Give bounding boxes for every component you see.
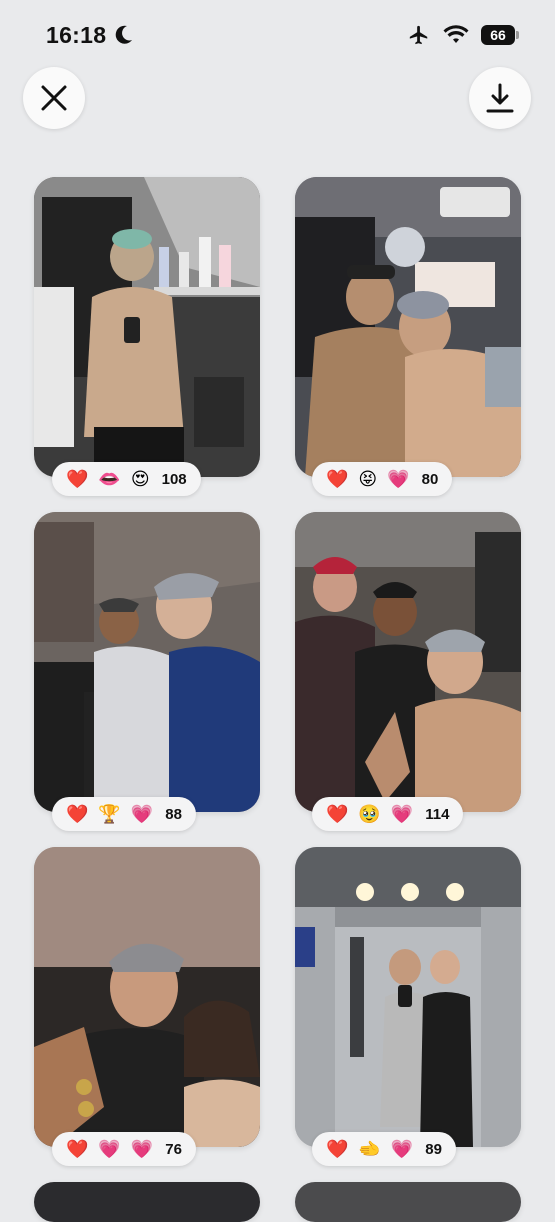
reaction-emoji: 💗 [98, 1139, 121, 1159]
download-icon [486, 83, 514, 113]
reaction-count: 89 [425, 1140, 442, 1158]
reaction-count: 80 [421, 470, 439, 488]
photo [295, 847, 521, 1147]
reaction-pill[interactable]: ❤️ 💗 💗 76 [52, 1132, 196, 1166]
reaction-emoji: ❤️ [326, 469, 349, 489]
reaction-count: 108 [161, 470, 187, 488]
reaction-emoji: 💗 [390, 804, 414, 824]
reaction-emoji: ❤️ [326, 1139, 349, 1159]
reaction-emoji: ❤️ [66, 469, 89, 489]
photo [34, 512, 260, 812]
reaction-pill[interactable]: ❤️ 🫲 💗 89 [312, 1132, 456, 1166]
reaction-pill[interactable]: ❤️ 😝 💗 80 [312, 462, 453, 496]
reaction-emoji: ❤️ [326, 804, 349, 824]
airplane-icon [409, 25, 428, 45]
reaction-emoji: ❤️ [66, 804, 89, 824]
reaction-emoji: 💗 [390, 1139, 414, 1159]
photo [34, 1182, 260, 1222]
reaction-emoji: 👄 [98, 469, 121, 489]
post-card[interactable] [295, 847, 521, 1147]
post-card[interactable] [34, 1182, 260, 1222]
post-card[interactable] [34, 847, 260, 1147]
close-icon [41, 85, 67, 111]
reaction-pill[interactable]: ❤️ 🏆 💗 88 [52, 797, 196, 831]
reaction-emoji: 🫲 [358, 1139, 381, 1159]
post-card[interactable] [34, 177, 260, 477]
reaction-emoji: 😝 [358, 469, 378, 489]
photo [34, 847, 260, 1147]
photo [295, 177, 521, 477]
photo [34, 177, 260, 477]
status-icons: 66 [407, 24, 519, 46]
reaction-emoji: 💗 [130, 804, 154, 824]
reaction-pill[interactable]: ❤️ 🥹 💗 114 [312, 797, 464, 831]
post-card[interactable] [295, 512, 521, 812]
download-button[interactable] [469, 67, 531, 129]
moon-icon [115, 25, 132, 44]
reaction-pill[interactable]: ❤️ 👄 😍 108 [52, 462, 201, 496]
post-card[interactable] [295, 1182, 521, 1222]
reaction-count: 88 [165, 805, 182, 823]
reaction-emoji: 🏆 [98, 804, 121, 824]
reaction-emoji: ❤️ [66, 1139, 89, 1159]
post-card[interactable] [295, 177, 521, 477]
status-bar: 16:18 66 [0, 0, 555, 72]
reaction-emoji: 😍 [130, 469, 150, 489]
reaction-count: 114 [425, 805, 450, 823]
wifi-icon [443, 25, 469, 43]
reaction-emoji: 🥹 [358, 804, 381, 824]
post-card[interactable] [34, 512, 260, 812]
close-button[interactable] [23, 67, 85, 129]
photo [295, 1182, 521, 1222]
reaction-count: 76 [165, 1140, 182, 1158]
photo [295, 512, 521, 812]
reaction-emoji: 💗 [130, 1139, 154, 1159]
battery-indicator: 66 [481, 25, 515, 45]
battery-tip [516, 31, 519, 39]
clock: 16:18 [46, 22, 107, 48]
reaction-emoji: 💗 [387, 469, 410, 489]
